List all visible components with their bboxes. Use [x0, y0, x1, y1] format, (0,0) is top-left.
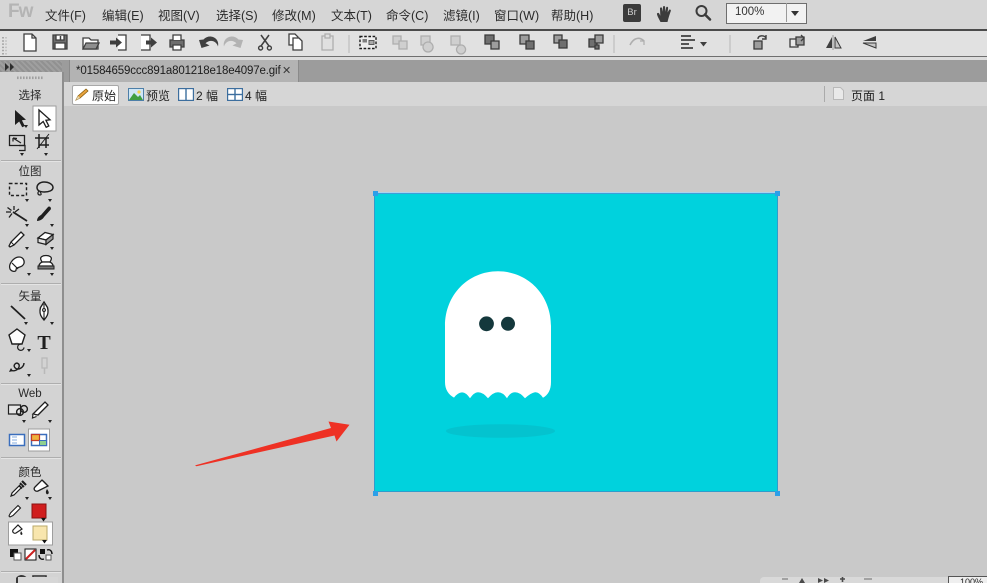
svg-text:Web: Web: [18, 388, 41, 400]
svg-text:颜色: 颜色: [19, 465, 42, 479]
svg-text:矢量: 矢量: [19, 289, 42, 303]
svg-text:位图: 位图: [19, 164, 42, 178]
svg-text:T: T: [37, 332, 51, 354]
svg-text:选择: 选择: [19, 88, 42, 102]
